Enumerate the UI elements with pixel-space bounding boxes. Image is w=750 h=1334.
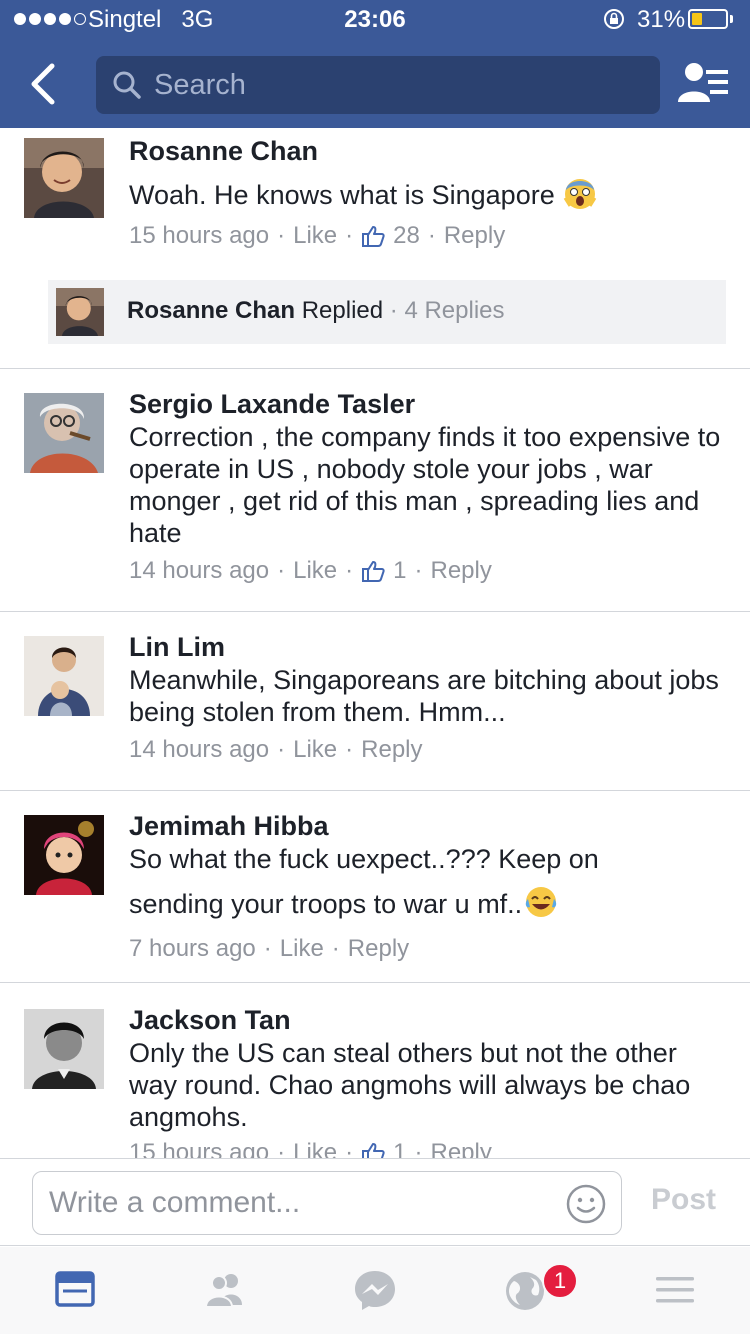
comment-author[interactable]: Jemimah Hibba [129,811,329,842]
friend-requests-icon[interactable] [200,1265,250,1315]
avatar[interactable] [24,636,104,716]
replies-summary[interactable]: Rosanne Chan Replied · 4 Replies [48,280,726,344]
comment-author[interactable]: Rosanne Chan [129,136,318,167]
comment-time[interactable]: 15 hours ago [129,1139,269,1158]
comment-item: Lin Lim Meanwhile, Singaporeans are bitc… [0,612,750,790]
comment-text: Woah. He knows what is Singapore [129,176,729,211]
like-link[interactable]: Like [280,935,324,963]
search-input[interactable]: Search [96,56,660,114]
separator: · [345,736,354,763]
avatar[interactable] [24,815,104,895]
avatar[interactable] [24,1009,104,1089]
like-link[interactable]: Like [293,557,337,585]
comment-text: Meanwhile, Singaporeans are bitching abo… [129,665,719,727]
comment-author[interactable]: Sergio Laxande Tasler [129,389,415,420]
battery-icon [688,9,728,29]
search-icon [113,71,141,99]
status-bar: Singtel 3G 23:06 31% [0,0,750,40]
avatar [56,288,104,336]
reply-link[interactable]: Reply [431,557,492,585]
comment-item: Sergio Laxande Tasler Correction , the c… [0,369,750,611]
thumbs-up-icon[interactable] [361,1141,385,1158]
thumbs-up-icon[interactable] [361,559,385,583]
like-link[interactable]: Like [293,222,337,250]
top-header: Singtel 3G 23:06 31% Search [0,0,750,128]
comment-item: Rosanne Chan Woah. He knows what is Sing… [0,128,750,368]
comment-text-line: sending your troops to war u mf.. [129,889,523,919]
comment-meta: 15 hours ago · Like · 1 · Reply [129,1139,492,1158]
separator: · [345,1139,354,1158]
reply-count: 4 Replies [404,297,505,324]
more-menu-icon[interactable] [650,1265,700,1315]
comment-author[interactable]: Lin Lim [129,632,225,663]
separator: · [345,557,354,584]
comment-meta: 14 hours ago · Like · 1 · Reply [129,557,492,585]
separator: · [345,222,354,249]
separator: · [277,1139,286,1158]
tears-of-joy-emoji-icon [526,887,557,917]
notifications-globe-icon[interactable] [500,1265,550,1315]
separator: · [427,222,436,249]
comment-text: So what the fuck uexpect..??? Keep on se… [129,843,729,920]
separator: · [277,736,286,763]
separator: · [414,1139,423,1158]
bottom-tab-bar: 1 [0,1247,750,1334]
avatar[interactable] [24,138,104,218]
replies-summary-text: Rosanne Chan Replied · 4 Replies [127,297,505,325]
battery-level [692,13,702,25]
reply-verb: Replied [301,297,384,324]
like-count[interactable]: 28 [393,222,420,250]
reply-link[interactable]: Reply [348,935,409,963]
like-link[interactable]: Like [293,1139,337,1158]
news-feed-icon[interactable] [50,1265,100,1315]
comment-text: Correction , the company finds it too ex… [129,422,721,548]
like-count[interactable]: 1 [393,1139,406,1158]
comment-meta: 15 hours ago · Like · 28 · Reply [129,222,505,250]
reply-link[interactable]: Reply [444,222,505,250]
post-button[interactable]: Post [651,1183,716,1217]
notification-badge[interactable]: 1 [542,1263,578,1299]
emoji-picker-icon[interactable] [565,1183,607,1225]
comment-input[interactable]: Write a comment... [32,1171,622,1235]
comment-text-line-2: sending your troops to war u mf.. [129,885,729,920]
separator: · [414,557,423,584]
comment-text-content: Woah. He knows what is Singapore [129,180,555,210]
separator: · [389,297,405,324]
comment-item: Jackson Tan Only the US can steal others… [0,983,750,1158]
like-count[interactable]: 1 [393,557,406,585]
reply-link[interactable]: Reply [361,736,422,764]
separator: · [263,935,272,962]
reply-author: Rosanne Chan [127,297,296,324]
separator: · [331,935,340,962]
like-link[interactable]: Like [293,736,337,764]
comment-placeholder: Write a comment... [49,1186,301,1219]
thumbs-up-icon[interactable] [361,224,385,248]
avatar[interactable] [24,393,104,473]
back-button[interactable] [18,58,70,110]
battery-tip [730,15,733,23]
search-placeholder: Search [154,69,246,101]
comment-time[interactable]: 14 hours ago [129,557,269,585]
comment-text: Only the US can steal others but not the… [129,1038,691,1132]
comment-time[interactable]: 7 hours ago [129,935,256,963]
comment-text-line: So what the fuck uexpect..??? Keep on [129,844,599,874]
rotation-lock-icon [604,9,624,29]
comment-meta: 14 hours ago · Like · Reply [129,736,423,764]
battery-percentage: 31% [637,6,686,33]
comment-item: Jemimah Hibba So what the fuck uexpect..… [0,791,750,982]
messenger-icon[interactable] [350,1265,400,1315]
comment-meta: 7 hours ago · Like · Reply [129,935,409,963]
comment-composer: Write a comment... Post [0,1158,750,1246]
separator: · [277,222,286,249]
friends-list-icon[interactable] [676,60,730,110]
separator: · [277,557,286,584]
comment-time[interactable]: 14 hours ago [129,736,269,764]
scream-emoji-icon [563,179,597,209]
comments-feed[interactable]: Rosanne Chan Woah. He knows what is Sing… [0,128,750,1158]
reply-link[interactable]: Reply [431,1139,492,1158]
comment-author[interactable]: Jackson Tan [129,1005,291,1036]
comment-time[interactable]: 15 hours ago [129,222,269,250]
